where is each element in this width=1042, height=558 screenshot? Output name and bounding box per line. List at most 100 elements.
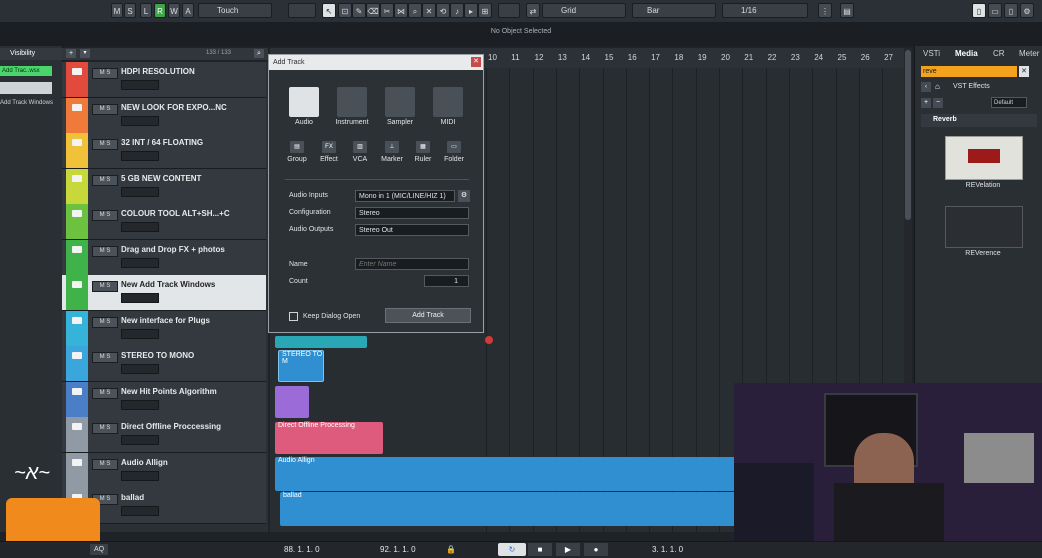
track-controls[interactable] xyxy=(121,293,159,303)
pointer-tool-icon[interactable]: ↖ xyxy=(322,3,336,18)
track-name-input[interactable] xyxy=(355,258,469,270)
stop-button[interactable]: ■ xyxy=(528,543,552,556)
home-icon[interactable]: ⌂ xyxy=(935,82,945,92)
track-controls[interactable] xyxy=(121,115,159,126)
track-row[interactable]: M S Direct Offline Proccessing xyxy=(62,417,266,453)
audio-track-icon[interactable] xyxy=(289,87,319,117)
color-icon[interactable]: ▤ xyxy=(840,3,854,18)
mute-solo-buttons[interactable]: M S xyxy=(92,352,118,363)
track-row[interactable]: M S Drag and Drop FX + photos xyxy=(62,239,266,276)
track-row[interactable]: M S COLOUR TOOL ALT+SH...+C xyxy=(62,204,266,240)
scroll-thumb[interactable] xyxy=(905,50,911,220)
track-row[interactable]: M S HDPI RESOLUTION xyxy=(62,62,266,98)
quantize-select[interactable]: 1/16 xyxy=(722,3,808,18)
track-row[interactable]: M S5 GB NEW CONTENT xyxy=(62,168,266,205)
eraser-tool-icon[interactable]: ⌫ xyxy=(366,3,380,18)
time-warp-icon[interactable]: ⟲ xyxy=(436,3,450,18)
mute-solo-buttons[interactable]: M S xyxy=(92,423,118,434)
aq-button[interactable]: AQ xyxy=(90,544,108,555)
cycle-button[interactable]: ↻ xyxy=(498,543,526,556)
event-stereo-to-mono[interactable]: STEREO TO M xyxy=(278,350,324,382)
folder-track-icon[interactable]: ▭ xyxy=(447,141,461,153)
track-controls[interactable] xyxy=(121,364,159,374)
position-display[interactable]: 3. 1. 1. 0 xyxy=(652,545,683,554)
count-stepper[interactable]: 1 xyxy=(424,275,469,287)
remove-icon[interactable]: − xyxy=(933,98,943,108)
right-zone-icon[interactable]: ▯ xyxy=(1004,3,1018,18)
inspector-track-controls[interactable] xyxy=(0,82,52,94)
solo-button[interactable]: S xyxy=(124,3,136,18)
sort-select[interactable]: Default xyxy=(991,97,1027,108)
play-tool-icon[interactable]: ▸ xyxy=(464,3,478,18)
tab-visibility[interactable]: Visibility xyxy=(10,50,35,57)
mute-solo-buttons[interactable]: M S xyxy=(92,174,118,186)
tool-dropdown[interactable] xyxy=(288,3,316,18)
vca-track-icon[interactable]: ▥ xyxy=(353,141,367,153)
track-row[interactable]: M S New Add Track Windows xyxy=(62,275,266,311)
add-track-button[interactable]: Add Track xyxy=(385,308,471,323)
automation-button[interactable]: A xyxy=(182,3,194,18)
left-locator[interactable]: 88. 1. 1. 0 xyxy=(284,545,320,554)
nudge-dropdown[interactable] xyxy=(498,3,520,18)
audio-inputs-select[interactable]: Mono in 1 (MIC/LINE/HIZ 1) xyxy=(355,190,455,202)
track-row[interactable]: M S New Hit Points Algorithm xyxy=(62,381,266,418)
tab-cr[interactable]: CR xyxy=(993,49,1005,58)
effect-track-icon[interactable]: FX xyxy=(322,141,336,153)
mute-solo-buttons[interactable]: M S xyxy=(92,316,118,328)
marker-track-icon[interactable]: ⊥ xyxy=(385,141,399,153)
keep-open-checkbox[interactable] xyxy=(289,312,298,321)
mute-solo-buttons[interactable]: M S xyxy=(92,387,118,399)
midi-track-icon[interactable] xyxy=(433,87,463,117)
track-controls[interactable] xyxy=(121,399,159,410)
mute-tool-icon[interactable]: ✕ xyxy=(422,3,436,18)
tracklist-menu-icon[interactable]: ▾ xyxy=(80,49,90,58)
category-header[interactable]: Reverb xyxy=(921,114,1037,127)
track-controls[interactable] xyxy=(121,186,159,197)
right-locator[interactable]: 92. 1. 1. 0 xyxy=(380,545,416,554)
mute-solo-buttons[interactable]: M S xyxy=(92,210,118,221)
close-icon[interactable]: ✕ xyxy=(471,57,481,67)
listen-button[interactable]: L xyxy=(140,3,152,18)
ruler-track-icon[interactable]: ▦ xyxy=(416,141,430,153)
left-zone-icon[interactable]: ▯ xyxy=(972,3,986,18)
track-controls[interactable] xyxy=(121,328,159,339)
event-interface[interactable] xyxy=(275,336,367,348)
back-icon[interactable]: ‹ xyxy=(921,82,931,92)
snap-type-select[interactable]: Grid xyxy=(542,3,626,18)
record-button[interactable]: ● xyxy=(584,543,608,556)
track-row[interactable]: M S 32 INT / 64 FLOATING xyxy=(62,133,266,169)
track-row[interactable]: M S STEREO TO MONO xyxy=(62,346,266,382)
track-controls[interactable] xyxy=(121,470,159,481)
pencil-tool-icon[interactable]: ✎ xyxy=(352,3,366,18)
settings-icon[interactable]: ⚙ xyxy=(1020,3,1034,18)
lock-icon[interactable]: 🔒 xyxy=(446,544,456,555)
mute-solo-buttons[interactable]: M S xyxy=(92,139,118,150)
event-direct-offline[interactable]: Direct Offline Processing xyxy=(275,422,383,454)
write-button[interactable]: W xyxy=(168,3,180,18)
input-settings-icon[interactable]: ⚙ xyxy=(458,190,470,202)
track-row[interactable]: M S New interface for Plugs xyxy=(62,310,266,347)
audio-outputs-select[interactable]: Stereo Out xyxy=(355,224,469,236)
instrument-track-icon[interactable] xyxy=(337,87,367,117)
automation-mode-select[interactable]: Touch xyxy=(198,3,272,18)
tab-meter[interactable]: Meter xyxy=(1019,49,1039,58)
glue-tool-icon[interactable]: ⋈ xyxy=(394,3,408,18)
add-track-plus-icon[interactable]: + xyxy=(66,49,76,58)
media-search-input[interactable]: reve xyxy=(921,66,1017,77)
track-controls[interactable] xyxy=(121,506,159,516)
quantize-setup-icon[interactable]: ⋮ xyxy=(818,3,832,18)
clear-search-icon[interactable]: ✕ xyxy=(1019,66,1029,77)
track-controls[interactable] xyxy=(121,151,159,161)
tab-vsti[interactable]: VSTi xyxy=(923,49,940,58)
mute-solo-buttons[interactable]: M S xyxy=(92,245,118,257)
grid-type-select[interactable]: Bar xyxy=(632,3,716,18)
reverence-plugin-image[interactable] xyxy=(945,206,1023,248)
track-controls[interactable] xyxy=(121,222,159,232)
draw-tool-icon[interactable]: ♪ xyxy=(450,3,464,18)
event-hit-points[interactable] xyxy=(275,386,309,418)
snap-toggle-icon[interactable]: ⇄ xyxy=(526,3,540,18)
mute-solo-buttons[interactable]: M S xyxy=(92,103,118,115)
mute-solo-buttons[interactable]: M S xyxy=(92,281,118,292)
comp-tool-icon[interactable]: ⊞ xyxy=(478,3,492,18)
track-controls[interactable] xyxy=(121,257,159,268)
